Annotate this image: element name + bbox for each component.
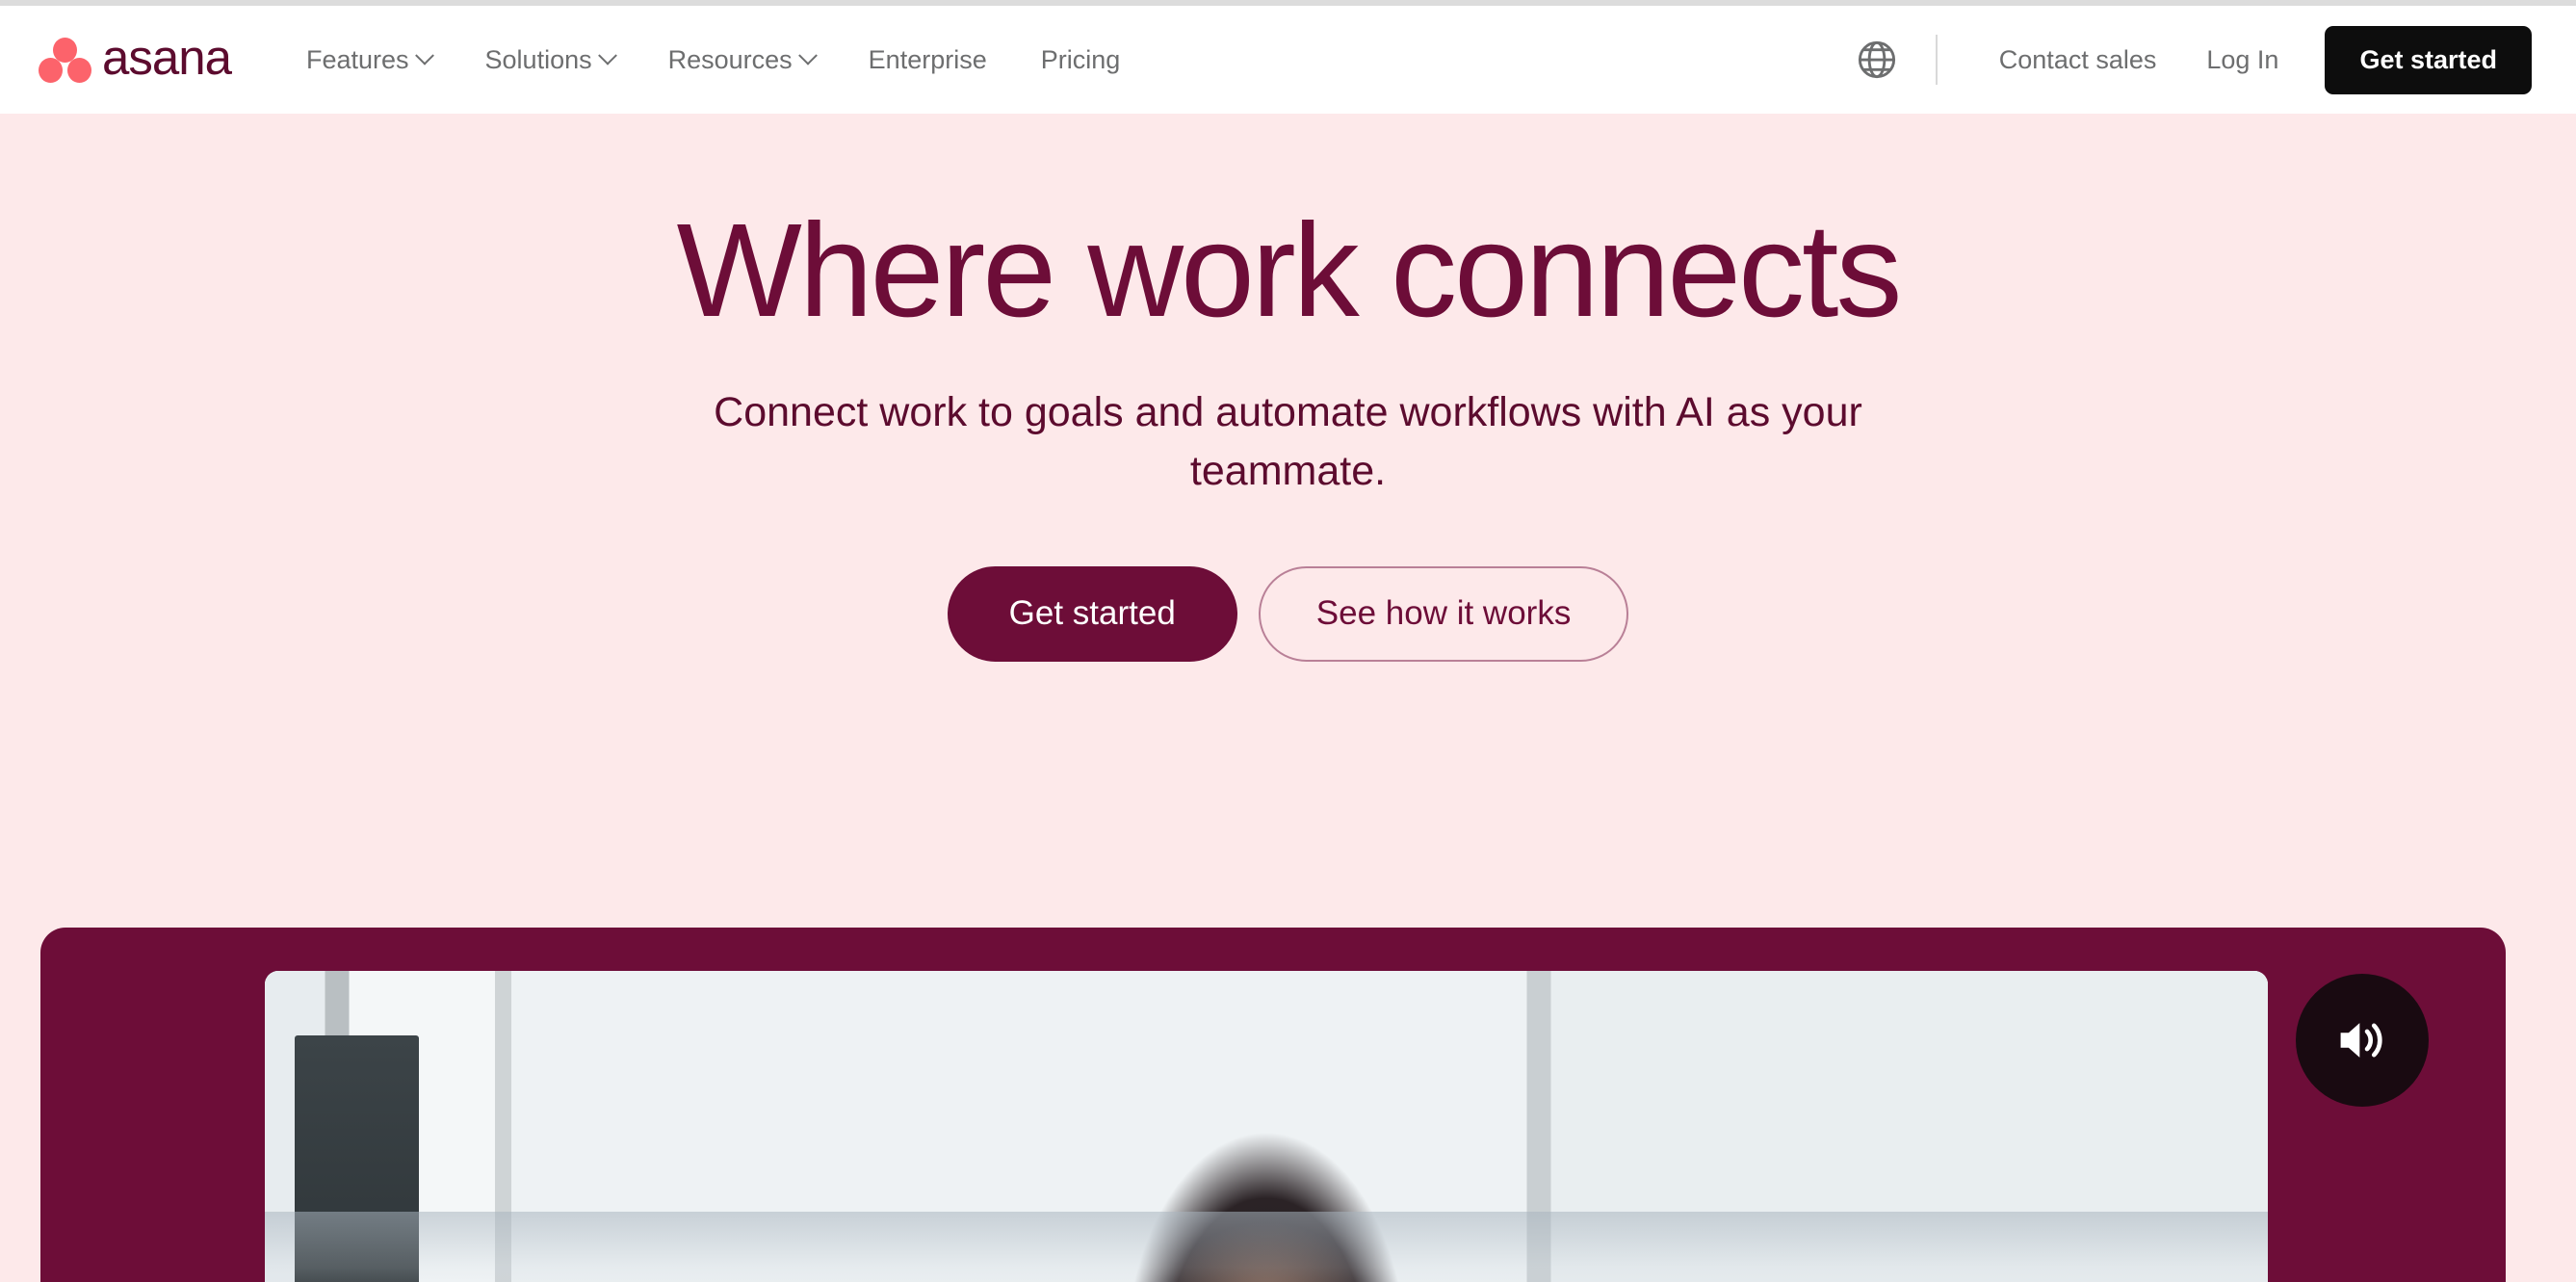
nav-item-enterprise-label: Enterprise bbox=[868, 44, 987, 74]
nav-item-features-label: Features bbox=[305, 44, 409, 74]
nav-item-pricing[interactable]: Pricing bbox=[1014, 36, 1148, 85]
header-actions: Contact sales Log In Get started bbox=[1855, 25, 2532, 94]
hero-see-how-it-works-button[interactable]: See how it works bbox=[1258, 566, 1629, 662]
chevron-down-icon bbox=[797, 45, 818, 65]
hero-headline: Where work connects bbox=[676, 196, 1903, 345]
nav-item-solutions-label: Solutions bbox=[484, 44, 592, 74]
video-sound-toggle-button[interactable] bbox=[2296, 974, 2429, 1107]
asana-wordmark: asana bbox=[102, 29, 232, 85]
hero-section: Where work connects Connect work to goal… bbox=[0, 114, 2576, 1282]
hero-video-player[interactable] bbox=[265, 971, 2268, 1282]
hero-video-still bbox=[265, 971, 2268, 1282]
nav-item-resources-label: Resources bbox=[667, 44, 793, 74]
primary-navigation: Features Solutions Resources Enterprise … bbox=[279, 36, 1147, 85]
hero-cta-group: Get started See how it works bbox=[0, 566, 2576, 662]
chevron-down-icon bbox=[414, 45, 434, 65]
contact-sales-link[interactable]: Contact sales bbox=[1974, 36, 2182, 85]
nav-item-features[interactable]: Features bbox=[279, 36, 458, 85]
header-divider bbox=[1935, 35, 1938, 85]
nav-item-resources[interactable]: Resources bbox=[641, 36, 842, 85]
nav-item-enterprise[interactable]: Enterprise bbox=[842, 36, 1014, 85]
volume-on-icon bbox=[2340, 1023, 2382, 1058]
nav-item-solutions[interactable]: Solutions bbox=[458, 36, 641, 85]
header-get-started-button[interactable]: Get started bbox=[2325, 25, 2532, 94]
nav-item-pricing-label: Pricing bbox=[1040, 44, 1121, 74]
site-header: asana Features Solutions Resources Enter… bbox=[0, 6, 2576, 114]
hero-subheadline: Connect work to goals and automate workf… bbox=[714, 389, 1862, 495]
hero-video-frame bbox=[40, 928, 2506, 1282]
chevron-down-icon bbox=[597, 45, 617, 65]
log-in-link[interactable]: Log In bbox=[2181, 36, 2303, 85]
hero-get-started-button[interactable]: Get started bbox=[947, 566, 1237, 662]
asana-logo[interactable]: asana bbox=[39, 29, 232, 88]
asana-logo-dots-icon bbox=[39, 37, 92, 83]
globe-icon[interactable] bbox=[1855, 38, 1899, 82]
